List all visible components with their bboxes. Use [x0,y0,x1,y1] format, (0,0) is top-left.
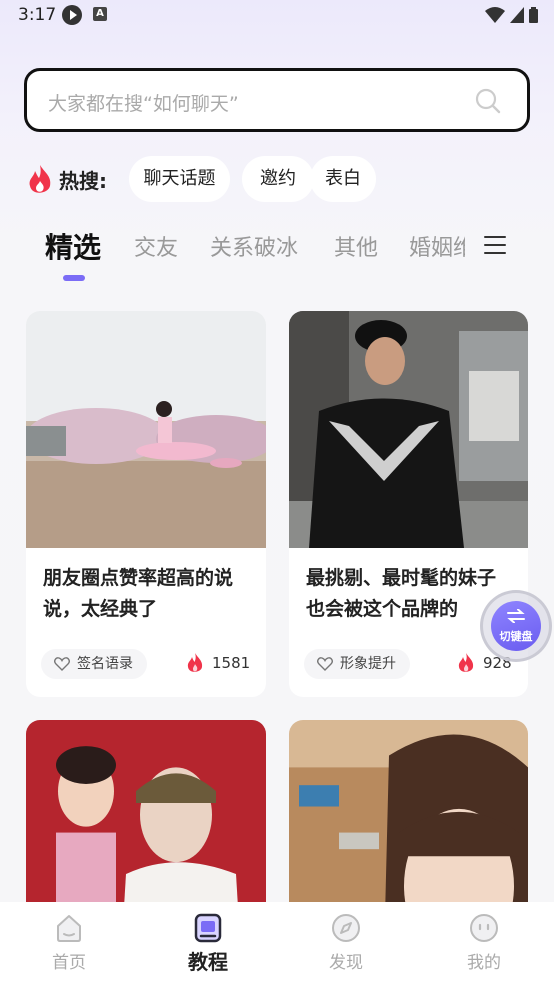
media-play-icon [62,5,82,25]
wifi-icon [485,7,505,23]
hot-chip-confess[interactable]: 表白 [310,156,376,202]
card-tag[interactable]: 签名语录 [41,649,147,679]
tab-icebreaker[interactable]: 关系破冰 [210,230,298,262]
flame-icon [187,653,203,672]
search-input[interactable]: 大家都在搜“如何聊天” [24,68,530,132]
card-image-mother-child [26,720,266,920]
tab-make-friends[interactable]: 交友 [134,230,178,262]
card-likes-count: 1581 [212,654,251,672]
card-tag-label: 签名语录 [77,656,133,672]
tab-indicator [63,275,85,281]
nav-profile[interactable]: 我的 [449,912,519,982]
signal-icon [510,7,524,23]
flame-icon [458,653,474,672]
profile-icon [470,914,498,942]
nav-tutorial[interactable]: 教程 [173,912,243,982]
card-image-cherry-blossom [26,311,266,548]
compass-icon [332,914,360,942]
heart-icon [317,657,333,671]
nav-profile-label: 我的 [467,953,501,973]
switch-keyboard-inner: 切键盘 [491,601,541,651]
card-image-man-tshirt [289,311,528,548]
hot-search-label: 热搜: [59,169,107,193]
heart-icon [54,657,70,671]
swap-arrows-icon [507,609,525,623]
category-tabs: 精选 交友 关系破冰 其他 婚姻维 [0,220,554,290]
switch-keyboard-button[interactable]: 切键盘 [480,590,552,662]
search-icon[interactable] [475,88,501,114]
battery-icon [529,7,538,23]
hot-chip-invite[interactable]: 邀约 [242,156,314,202]
card-likes: 1581 [186,651,250,675]
article-card[interactable] [26,720,266,920]
fire-icon [29,165,51,193]
nav-home[interactable]: 首页 [34,912,104,982]
tutorial-icon [194,913,222,943]
switch-keyboard-label: 切键盘 [499,630,533,643]
menu-icon[interactable] [484,236,506,254]
hot-search-row: 热搜: 聊天话题 邀约 表白 [26,156,546,202]
status-right-icons [485,5,538,25]
search-placeholder: 大家都在搜“如何聊天” [48,93,239,115]
nav-discover-label: 发现 [329,953,363,973]
tab-other[interactable]: 其他 [334,230,378,262]
article-card[interactable]: 朋友圈点赞率超高的说说，太经典了 签名语录 1581 [26,311,266,697]
home-icon [57,915,81,942]
status-bar: 3:17 A [0,0,554,30]
keyboard-a-icon: A [93,7,107,21]
tab-marriage[interactable]: 婚姻维 [409,230,465,262]
nav-tutorial-label: 教程 [188,950,228,974]
nav-home-label: 首页 [52,953,86,973]
card-image-girl-portrait [289,720,528,920]
card-tag-label: 形象提升 [340,656,396,672]
card-tag[interactable]: 形象提升 [304,649,410,679]
bottom-nav: 首页 教程 发现 我的 [0,902,554,984]
hot-chip-chat-topics[interactable]: 聊天话题 [129,156,230,202]
article-card[interactable] [289,720,528,920]
status-time: 3:17 [18,5,57,25]
nav-discover[interactable]: 发现 [311,912,381,982]
card-title: 朋友圈点赞率超高的说说，太经典了 [43,567,234,620]
tab-featured[interactable]: 精选 [45,226,101,266]
